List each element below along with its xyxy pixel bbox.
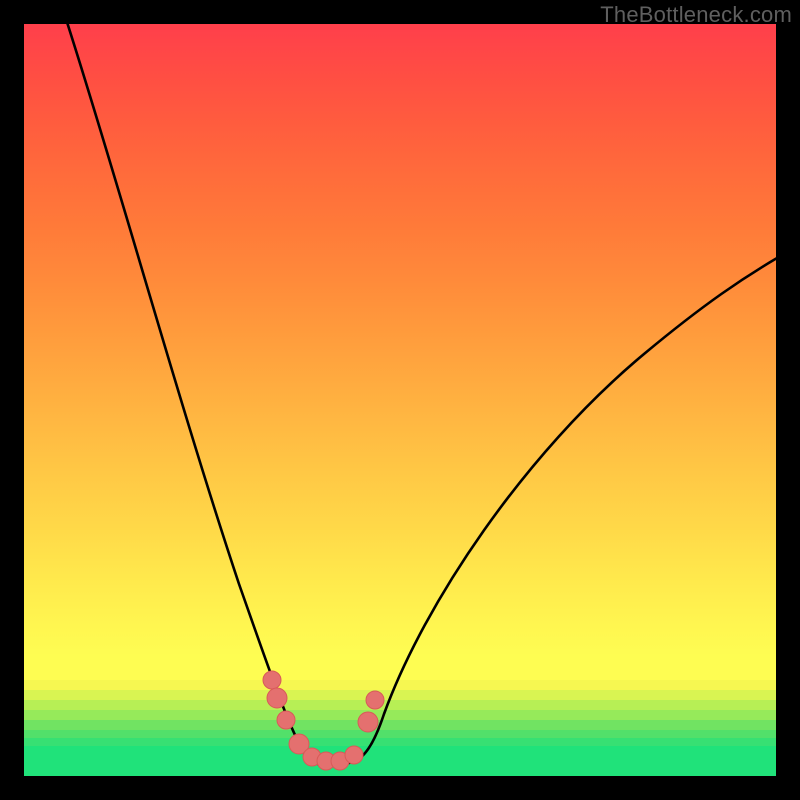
- bottleneck-curve: [24, 24, 776, 776]
- plot-area: [24, 24, 776, 776]
- valley-curve: [66, 24, 776, 766]
- watermark-text: TheBottleneck.com: [600, 2, 792, 28]
- marker-cluster: [263, 671, 384, 770]
